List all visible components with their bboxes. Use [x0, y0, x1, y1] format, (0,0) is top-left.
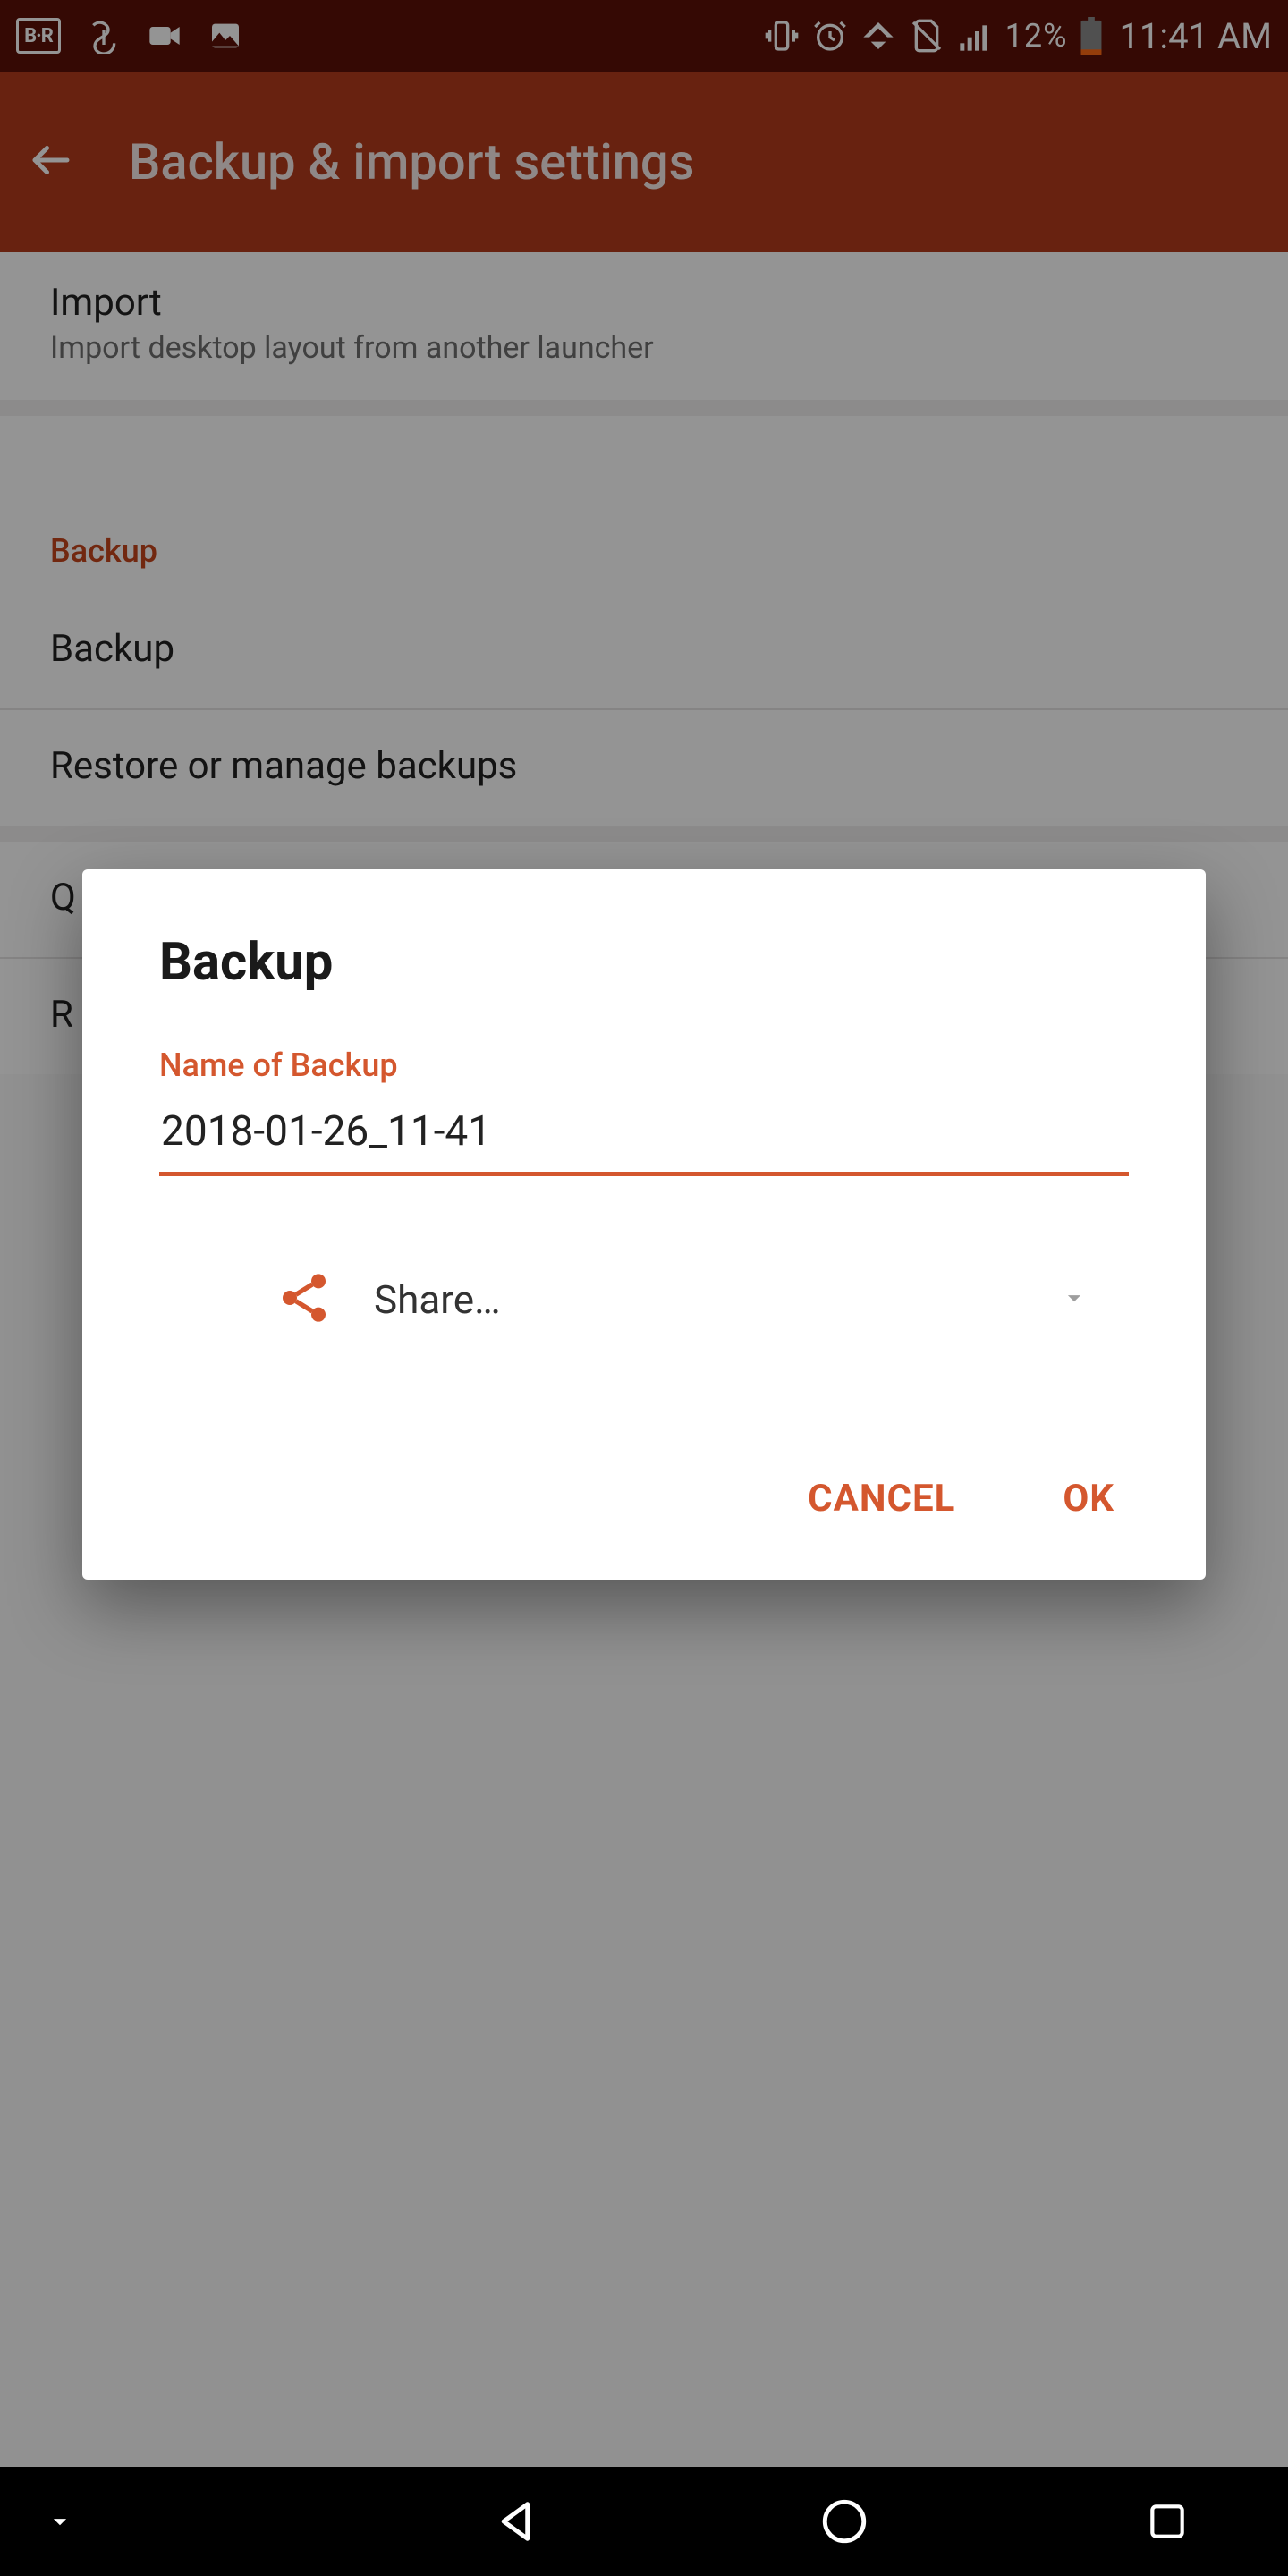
- share-icon: [275, 1269, 333, 1330]
- share-destination-dropdown[interactable]: Share…: [159, 1266, 1129, 1334]
- field-label-backup-name: Name of Backup: [159, 1046, 1129, 1084]
- share-label: Share…: [374, 1276, 501, 1323]
- nav-home-icon[interactable]: [818, 2496, 870, 2547]
- cancel-button[interactable]: CANCEL: [799, 1459, 964, 1538]
- ok-button[interactable]: OK: [1054, 1459, 1123, 1538]
- dialog-title: Backup: [159, 932, 1129, 993]
- chevron-down-icon: [1059, 1283, 1089, 1317]
- nav-back-icon[interactable]: [493, 2496, 545, 2547]
- backup-dialog: Backup Name of Backup Share… CANCEL OK: [82, 869, 1206, 1580]
- nav-recent-icon[interactable]: [1145, 2499, 1190, 2544]
- nav-menu-caret-icon[interactable]: [45, 2506, 75, 2537]
- navigation-bar: [0, 2467, 1288, 2576]
- backup-name-input[interactable]: [159, 1100, 1129, 1176]
